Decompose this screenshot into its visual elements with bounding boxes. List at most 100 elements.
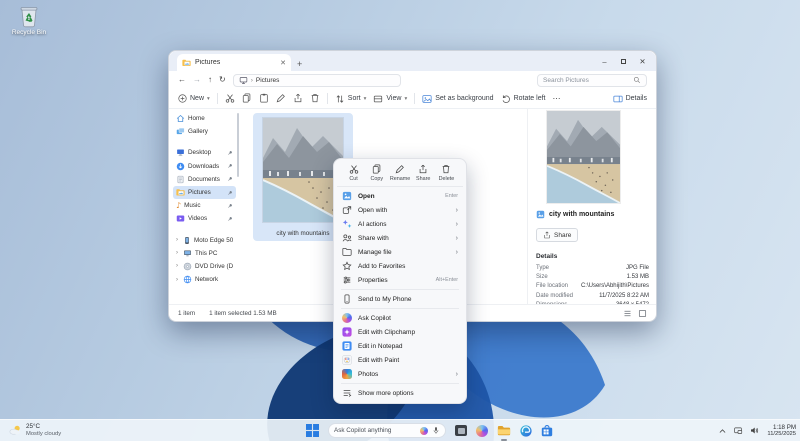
sidebar-item-pictures[interactable]: Pictures bbox=[173, 186, 236, 199]
taskbar-edge[interactable] bbox=[520, 425, 532, 437]
search-icon bbox=[633, 76, 641, 84]
clock[interactable]: 1:18 PM 11/25/2025 bbox=[767, 424, 796, 438]
new-button[interactable]: New ▾ bbox=[178, 94, 210, 103]
sidebar-item-phone[interactable]: › Moto Edge 50 N bbox=[173, 234, 236, 247]
tray-chevron-up-icon[interactable] bbox=[718, 427, 727, 435]
quick-cut-button[interactable]: Cut bbox=[342, 164, 365, 182]
cast-display-icon[interactable] bbox=[733, 426, 743, 435]
menu-item-properties[interactable]: Properties Alt+Enter bbox=[337, 273, 463, 287]
sidebar-item-desktop[interactable]: Desktop bbox=[173, 146, 236, 159]
menu-item-add-to-favorites[interactable]: Add to Favorites bbox=[337, 259, 463, 273]
sidebar-item-videos[interactable]: Videos bbox=[173, 212, 236, 225]
rotate-left-button[interactable]: Rotate left bbox=[501, 94, 546, 104]
sidebar-item-downloads[interactable]: Downloads bbox=[173, 160, 236, 173]
expand-chevron-icon[interactable]: › bbox=[176, 250, 180, 256]
weather-widget[interactable]: 25°C Mostly cloudy bbox=[8, 424, 61, 437]
quick-share-button[interactable]: Share bbox=[412, 164, 435, 182]
copilot-search-box[interactable]: Ask Copilot anything bbox=[328, 423, 446, 438]
cut-button[interactable] bbox=[225, 90, 235, 108]
expand-chevron-icon[interactable]: › bbox=[176, 277, 180, 283]
selection-info: 1 item selected 1.53 MB bbox=[209, 310, 277, 317]
weather-temp: 25°C bbox=[26, 424, 61, 431]
file-explorer-icon bbox=[497, 425, 511, 437]
new-tab-button[interactable]: + bbox=[297, 59, 302, 69]
expand-chevron-icon[interactable]: › bbox=[176, 237, 180, 243]
menu-item-ai-actions[interactable]: AI actions › bbox=[337, 217, 463, 231]
share-with-icon bbox=[342, 233, 352, 243]
menu-item-edit-with-clipchamp[interactable]: Edit with Clipchamp bbox=[337, 325, 463, 339]
delete-button[interactable] bbox=[310, 90, 320, 108]
chevron-down-icon: ▾ bbox=[207, 96, 210, 102]
details-share-button[interactable]: Share bbox=[536, 228, 578, 242]
menu-item-open[interactable]: Open Enter bbox=[337, 189, 463, 203]
recycle-bin[interactable]: Recycle Bin bbox=[6, 4, 52, 36]
tab-pictures[interactable]: Pictures ✕ bbox=[177, 54, 291, 71]
menu-item-edit-in-notepad[interactable]: Edit in Notepad bbox=[337, 339, 463, 353]
quick-copy-button[interactable]: Copy bbox=[365, 164, 388, 182]
quick-rename-button[interactable]: Rename bbox=[388, 164, 411, 182]
address-bar[interactable]: › Pictures bbox=[233, 74, 401, 87]
search-input[interactable]: Search Pictures bbox=[537, 74, 647, 87]
taskbar-file-explorer[interactable] bbox=[497, 425, 511, 437]
rename-button[interactable] bbox=[276, 90, 286, 108]
minimize-button[interactable]: – bbox=[595, 51, 614, 71]
see-more-button[interactable]: ⋯ bbox=[553, 94, 562, 103]
thumbnail-view-icon[interactable] bbox=[638, 309, 647, 318]
task-view-button[interactable] bbox=[455, 425, 467, 436]
details-toggle-button[interactable]: Details bbox=[613, 94, 647, 104]
start-button[interactable] bbox=[306, 424, 319, 437]
pictures-folder-icon bbox=[182, 59, 191, 67]
menu-item-manage-file[interactable]: Manage file › bbox=[337, 245, 463, 259]
pin-icon bbox=[227, 150, 233, 156]
volume-icon[interactable] bbox=[749, 426, 759, 435]
navigation-sidebar: Home Gallery Desktop bbox=[169, 109, 239, 304]
rotate-left-label: Rotate left bbox=[514, 95, 546, 102]
sidebar-item-home[interactable]: Home bbox=[173, 112, 236, 125]
menu-item-ask-copilot[interactable]: Ask Copilot bbox=[337, 311, 463, 325]
list-view-icon[interactable] bbox=[623, 309, 632, 318]
search-placeholder: Ask Copilot anything bbox=[334, 427, 416, 434]
running-indicator bbox=[501, 439, 507, 441]
titlebar[interactable]: Pictures ✕ + – ✕ bbox=[169, 51, 656, 71]
sidebar-item-label: Downloads bbox=[188, 163, 224, 170]
taskbar-store[interactable] bbox=[541, 425, 553, 437]
paste-button[interactable] bbox=[259, 90, 269, 108]
set-as-background-button[interactable]: Set as background bbox=[422, 94, 493, 104]
menu-item-edit-with-paint[interactable]: Edit with Paint bbox=[337, 353, 463, 367]
menu-item-show-more-options[interactable]: Show more options bbox=[337, 386, 463, 400]
tab-close-icon[interactable]: ✕ bbox=[280, 59, 286, 67]
forward-button[interactable]: → bbox=[193, 76, 201, 84]
sort-button[interactable]: Sort ▾ bbox=[335, 94, 367, 104]
rename-icon bbox=[276, 93, 286, 103]
quick-delete-button[interactable]: Delete bbox=[435, 164, 458, 182]
microphone-icon[interactable] bbox=[432, 426, 440, 435]
sidebar-item-network[interactable]: › Network bbox=[173, 273, 236, 286]
sidebar-item-music[interactable]: ♪ Music bbox=[173, 199, 236, 212]
refresh-button[interactable]: ↻ bbox=[219, 76, 226, 84]
expand-chevron-icon[interactable]: › bbox=[176, 263, 180, 269]
sidebar-item-documents[interactable]: Documents bbox=[173, 173, 236, 186]
menu-item-photos[interactable]: Photos › bbox=[337, 367, 463, 381]
breadcrumb[interactable]: Pictures bbox=[256, 77, 279, 84]
menu-item-send-to-phone[interactable]: Send to My Phone bbox=[337, 292, 463, 306]
view-button[interactable]: View ▾ bbox=[373, 94, 407, 104]
sidebar-item-this-pc[interactable]: › This PC bbox=[173, 247, 236, 260]
pin-icon bbox=[227, 190, 233, 196]
sidebar-item-label: This PC bbox=[195, 250, 233, 257]
back-button[interactable]: ← bbox=[178, 76, 186, 84]
details-label: Details bbox=[626, 95, 647, 102]
phone-icon bbox=[342, 294, 352, 304]
taskbar-copilot-app[interactable] bbox=[476, 425, 488, 437]
copy-icon bbox=[372, 164, 382, 174]
copy-button[interactable] bbox=[242, 90, 252, 108]
menu-item-share-with[interactable]: Share with › bbox=[337, 231, 463, 245]
maximize-button[interactable] bbox=[614, 51, 633, 71]
menu-item-open-with[interactable]: Open with › bbox=[337, 203, 463, 217]
sidebar-item-gallery[interactable]: Gallery bbox=[173, 125, 236, 138]
sidebar-item-dvd-drive[interactable]: › DVD Drive (D:) C bbox=[173, 260, 236, 273]
close-button[interactable]: ✕ bbox=[633, 51, 652, 71]
trash-icon bbox=[310, 93, 320, 103]
up-button[interactable]: ↑ bbox=[208, 76, 212, 84]
picture-icon bbox=[422, 94, 432, 104]
share-button[interactable] bbox=[293, 90, 303, 108]
